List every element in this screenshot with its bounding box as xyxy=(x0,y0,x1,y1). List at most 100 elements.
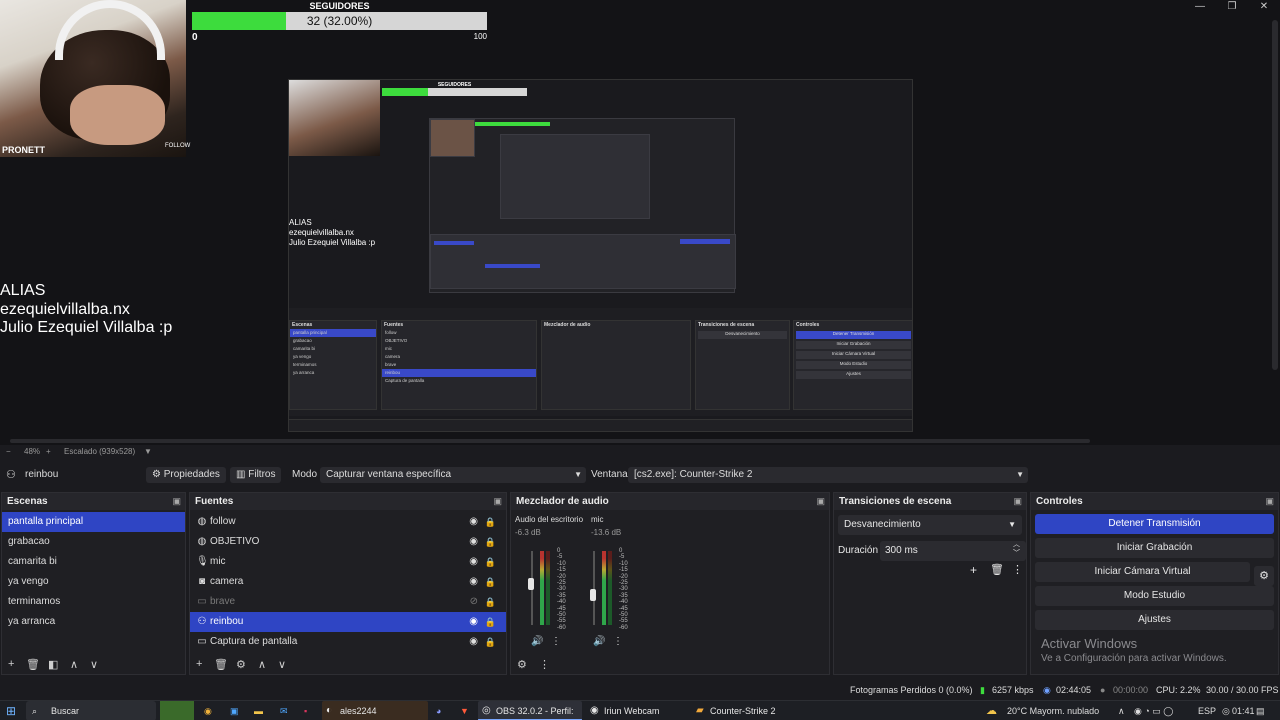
dock-float-icon[interactable]: ▣ xyxy=(493,493,502,510)
move-up-icon[interactable]: ∧ xyxy=(70,658,78,671)
discord-icon[interactable]: ◕ xyxy=(436,701,441,720)
dock-float-icon[interactable]: ▣ xyxy=(816,493,825,510)
preview-canvas[interactable]: PRONETT FOLLOW SEGUIDORES 32 (32.00%) 0 … xyxy=(0,0,1280,445)
lock-icon[interactable]: 🔒 xyxy=(485,512,496,532)
scene-item[interactable]: terminamos xyxy=(2,592,185,612)
filters-button[interactable]: ▥ Filtros xyxy=(230,467,282,483)
tray-status-icons[interactable]: ◎ xyxy=(1222,701,1230,720)
properties-button[interactable]: ⚙ Propiedades xyxy=(146,467,226,483)
speaker-icon[interactable]: 🔊 xyxy=(531,636,543,647)
taskbar-app-iriun[interactable]: ◉Iriun Webcam v2.9.1 xyxy=(586,701,690,720)
eye-icon[interactable]: ◉ xyxy=(469,552,478,572)
minimize-button[interactable]: — xyxy=(1184,0,1216,14)
zoom-out-button[interactable]: − xyxy=(6,447,11,456)
source-item[interactable]: ◍ OBJETIVO ◉ 🔒 xyxy=(190,532,506,552)
chrome-icon[interactable]: ◉ xyxy=(204,701,212,720)
language-indicator[interactable]: ESP xyxy=(1198,701,1216,720)
signal-icon: ▮ xyxy=(980,685,985,695)
trash-icon[interactable]: 🗑 xyxy=(214,658,228,671)
live-time: 02:44:05 xyxy=(1056,685,1092,695)
dock-float-icon[interactable]: ▣ xyxy=(172,493,181,510)
clock[interactable]: 01:41 xyxy=(1232,701,1255,720)
add-transition-button[interactable]: + xyxy=(970,563,977,577)
mode-select[interactable]: Capturar ventana específica ▼ xyxy=(320,467,586,483)
stepper-icon[interactable]: ︿ ﹀ xyxy=(1013,540,1020,558)
app-icon[interactable]: ▪ xyxy=(304,701,307,720)
settings-button[interactable]: Ajustes xyxy=(1035,610,1274,630)
windows-start-icon[interactable]: ⊞ xyxy=(6,701,16,720)
source-item[interactable]: ◙ camera ◉ 🔒 xyxy=(190,572,506,592)
start-recording-button[interactable]: Iniciar Grabación xyxy=(1035,538,1274,558)
scene-item[interactable]: ya arranca xyxy=(2,612,185,632)
trash-icon[interactable]: 🗑 xyxy=(26,658,40,671)
scene-item[interactable]: ya vengo xyxy=(2,572,185,592)
zoom-in-button[interactable]: + xyxy=(46,447,51,456)
volume-slider-handle[interactable] xyxy=(590,588,596,601)
source-item[interactable]: ⚇ reinbou ◉ 🔒 xyxy=(190,612,506,632)
store-icon[interactable]: ▣ xyxy=(230,701,239,720)
stop-stream-button[interactable]: Detener Transmisión xyxy=(1035,514,1274,534)
taskbar-search[interactable]: ⌕ Buscar xyxy=(26,701,156,720)
close-button[interactable]: ✕ xyxy=(1248,0,1280,14)
more-icon[interactable]: ⋮ xyxy=(1012,563,1023,576)
add-source-button[interactable]: + xyxy=(196,658,202,670)
scene-filter-icon[interactable]: ◧ xyxy=(48,658,58,671)
more-icon[interactable]: ⋮ xyxy=(613,636,623,647)
lock-icon[interactable]: 🔒 xyxy=(485,552,496,572)
eye-hidden-icon[interactable]: ⊘ xyxy=(470,592,478,612)
scaling-dropdown-icon[interactable]: ▼ xyxy=(144,447,152,456)
eye-icon[interactable]: ◉ xyxy=(469,512,478,532)
eye-icon[interactable]: ◉ xyxy=(469,572,478,592)
move-down-icon[interactable]: ∨ xyxy=(90,658,98,671)
gear-icon[interactable]: ⚙ xyxy=(236,658,246,671)
lock-icon[interactable]: 🔒 xyxy=(485,592,496,612)
lock-icon[interactable]: 🔒 xyxy=(485,632,496,652)
more-icon[interactable]: ⋮ xyxy=(551,636,561,647)
eye-icon[interactable]: ◉ xyxy=(469,632,478,652)
scene-item[interactable]: pantalla principal xyxy=(2,512,185,532)
source-item[interactable]: ▭ Captura de pantalla ◉ 🔒 xyxy=(190,632,506,652)
trash-icon[interactable]: 🗑 xyxy=(990,563,1004,576)
taskbar-app-obs[interactable]: ◎OBS 32.0.2 - Perfil: kik... xyxy=(478,701,582,720)
start-virtual-camera-button[interactable]: Iniciar Cámara Virtual xyxy=(1035,562,1250,582)
level-meter xyxy=(608,551,612,625)
eye-icon[interactable]: ◉ xyxy=(469,532,478,552)
weather-text[interactable]: 20°C Mayorm. nublado xyxy=(1007,701,1099,720)
nested-taskbar xyxy=(289,419,912,431)
lock-icon[interactable]: 🔒 xyxy=(485,572,496,592)
move-up-icon[interactable]: ∧ xyxy=(258,658,266,671)
source-item[interactable]: ◍ follow ◉ 🔒 xyxy=(190,512,506,532)
eye-icon[interactable]: ◉ xyxy=(469,612,478,632)
restore-button[interactable]: ❐ xyxy=(1216,0,1248,14)
taskbar-app-steam[interactable]: ◐ ales2244 xyxy=(322,701,428,720)
source-item[interactable]: ▭ brave ⊘ 🔒 xyxy=(190,592,506,612)
gear-icon[interactable]: ⚙ xyxy=(1254,566,1274,586)
taskbar-app-cs2[interactable]: ▰ Counter-Strike 2 xyxy=(692,701,792,720)
transition-select[interactable]: Desvanecimiento ▼ xyxy=(838,515,1022,535)
speaker-icon[interactable]: 🔊 xyxy=(593,636,605,647)
folder-icon[interactable]: ▬ xyxy=(254,701,263,720)
brave-icon[interactable]: ▼ xyxy=(460,701,469,720)
gear-icon[interactable]: ⚙ xyxy=(517,658,527,671)
mail-icon[interactable]: ✉ xyxy=(280,701,288,720)
source-item[interactable]: 🎙 mic ◉ 🔒 xyxy=(190,552,506,572)
add-scene-button[interactable]: + xyxy=(8,658,14,670)
notifications-icon[interactable]: ▤ xyxy=(1256,701,1265,720)
dock-float-icon[interactable]: ▣ xyxy=(1265,493,1274,510)
tray-icons[interactable]: ◉ ◔ ▭ ◯ xyxy=(1134,701,1173,720)
scene-item[interactable]: camarita bi xyxy=(2,552,185,572)
tray-chevron-icon[interactable]: ∧ xyxy=(1118,701,1125,720)
lock-icon[interactable]: 🔒 xyxy=(485,612,496,632)
widget-icon[interactable] xyxy=(160,701,194,720)
window-select[interactable]: [cs2.exe]: Counter-Strike 2 ▼ xyxy=(628,467,1028,483)
preview-horizontal-scrollbar[interactable] xyxy=(10,439,1090,443)
dock-float-icon[interactable]: ▣ xyxy=(1013,493,1022,510)
move-down-icon[interactable]: ∨ xyxy=(278,658,286,671)
preview-vertical-scrollbar[interactable] xyxy=(1272,20,1278,370)
volume-slider-handle[interactable] xyxy=(528,577,534,590)
more-icon[interactable]: ⋮ xyxy=(539,658,550,671)
lock-icon[interactable]: 🔒 xyxy=(485,532,496,552)
studio-mode-button[interactable]: Modo Estudio xyxy=(1035,586,1274,606)
scene-item[interactable]: grabacao xyxy=(2,532,185,552)
duration-input[interactable]: 300 ms ︿ ﹀ xyxy=(880,541,1026,561)
